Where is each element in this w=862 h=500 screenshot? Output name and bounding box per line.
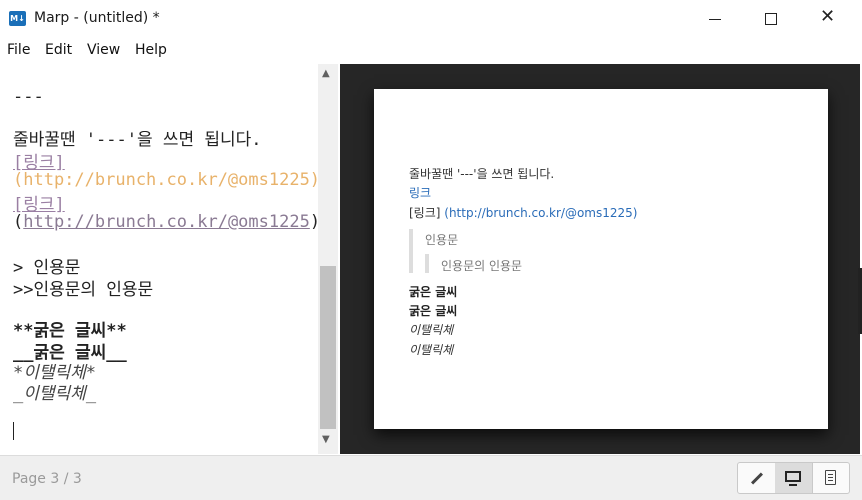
menu-edit[interactable]: Edit (45, 42, 72, 58)
blockquote-bar (409, 229, 413, 273)
view-mode-toggle (737, 462, 850, 494)
pencil-icon (750, 472, 763, 485)
italic2-text: 이탤릭체 (23, 384, 86, 404)
slide-preview-pane: 줄바꿀땐 '---'을 쓰면 됩니다. 링크 [링크] (http://brun… (340, 64, 860, 454)
slide-link2: [링크] (http://brunch.co.kr/@oms1225) (409, 204, 637, 221)
title-bar: M↓ Marp - (untitled) * ✕ (0, 0, 862, 38)
editor-line-hr: --- (13, 87, 44, 107)
nested-blockquote-bar (425, 254, 429, 273)
window-title: Marp - (untitled) * (34, 10, 160, 26)
editor-link2-url: http://brunch.co.kr/@oms1225 (23, 212, 310, 232)
paren-close: ) (310, 212, 318, 232)
slide-sentence: 줄바꿀땐 '---'을 쓰면 됩니다. (409, 167, 555, 181)
editor-line-quote2: >>인용문의 인용문 (13, 280, 154, 300)
edit-mode-button[interactable] (738, 463, 776, 493)
document-icon (825, 470, 836, 485)
page-indicator: Page 3 / 3 (12, 471, 82, 487)
editor-scrollbar[interactable]: ▲ ▼ (318, 64, 338, 454)
preview-mode-button[interactable] (775, 463, 813, 493)
window-edge (858, 268, 862, 334)
italic2-suffix: _ (85, 384, 97, 404)
close-icon: ✕ (820, 6, 836, 27)
menu-view[interactable]: View (87, 42, 120, 58)
editor-line-sentence: 줄바꿀땐 '---'을 쓰면 됩니다. (13, 130, 262, 150)
slide-bold1: 굵은 글씨 (409, 285, 458, 299)
menu-help[interactable]: Help (135, 42, 167, 58)
minimize-button[interactable] (692, 0, 738, 38)
slide-bold2: 굵은 글씨 (409, 304, 458, 318)
editor-line-italic2: _이탤릭체_ (13, 379, 96, 404)
slide-link2-url[interactable]: (http://brunch.co.kr/@oms1225) (444, 206, 637, 220)
scroll-up-icon[interactable]: ▲ (322, 68, 330, 79)
italic2-prefix: _ (13, 384, 24, 404)
paren-open: ( (13, 212, 24, 232)
slide-italic1: 이탤릭체 (409, 323, 454, 337)
slide-quote2: 인용문의 인용문 (441, 259, 523, 273)
slide-italic2: 이탤릭체 (409, 343, 454, 357)
scroll-down-icon[interactable]: ▼ (322, 434, 330, 445)
slide: 줄바꿀땐 '---'을 쓰면 됩니다. 링크 [링크] (http://brun… (374, 89, 828, 429)
maximize-icon (765, 13, 777, 25)
slide-quote1: 인용문 (425, 233, 459, 247)
marp-app-icon: M↓ (9, 11, 26, 26)
scroll-thumb[interactable] (320, 266, 336, 429)
document-mode-button[interactable] (812, 463, 849, 493)
monitor-stand (789, 484, 797, 486)
slide-link2-prefix: [링크] (409, 206, 445, 220)
menu-file[interactable]: File (7, 42, 30, 58)
minimize-icon (709, 19, 721, 20)
monitor-icon (785, 471, 801, 482)
maximize-button[interactable] (748, 0, 794, 38)
editor-line-link2-url: (http://brunch.co.kr/@oms1225) (13, 212, 318, 232)
menu-bar: File Edit View Help (0, 38, 862, 62)
status-bar: Page 3 / 3 (0, 455, 862, 500)
close-button[interactable]: ✕ (806, 0, 852, 38)
slide-link[interactable]: 링크 (409, 184, 431, 201)
text-cursor (13, 422, 14, 440)
markdown-editor[interactable]: --- 줄바꿀땐 '---'을 쓰면 됩니다. [링크] (http://bru… (0, 64, 318, 454)
editor-line-link1-url: (http://brunch.co.kr/@oms1225) (13, 170, 318, 190)
document-lines (828, 474, 833, 475)
